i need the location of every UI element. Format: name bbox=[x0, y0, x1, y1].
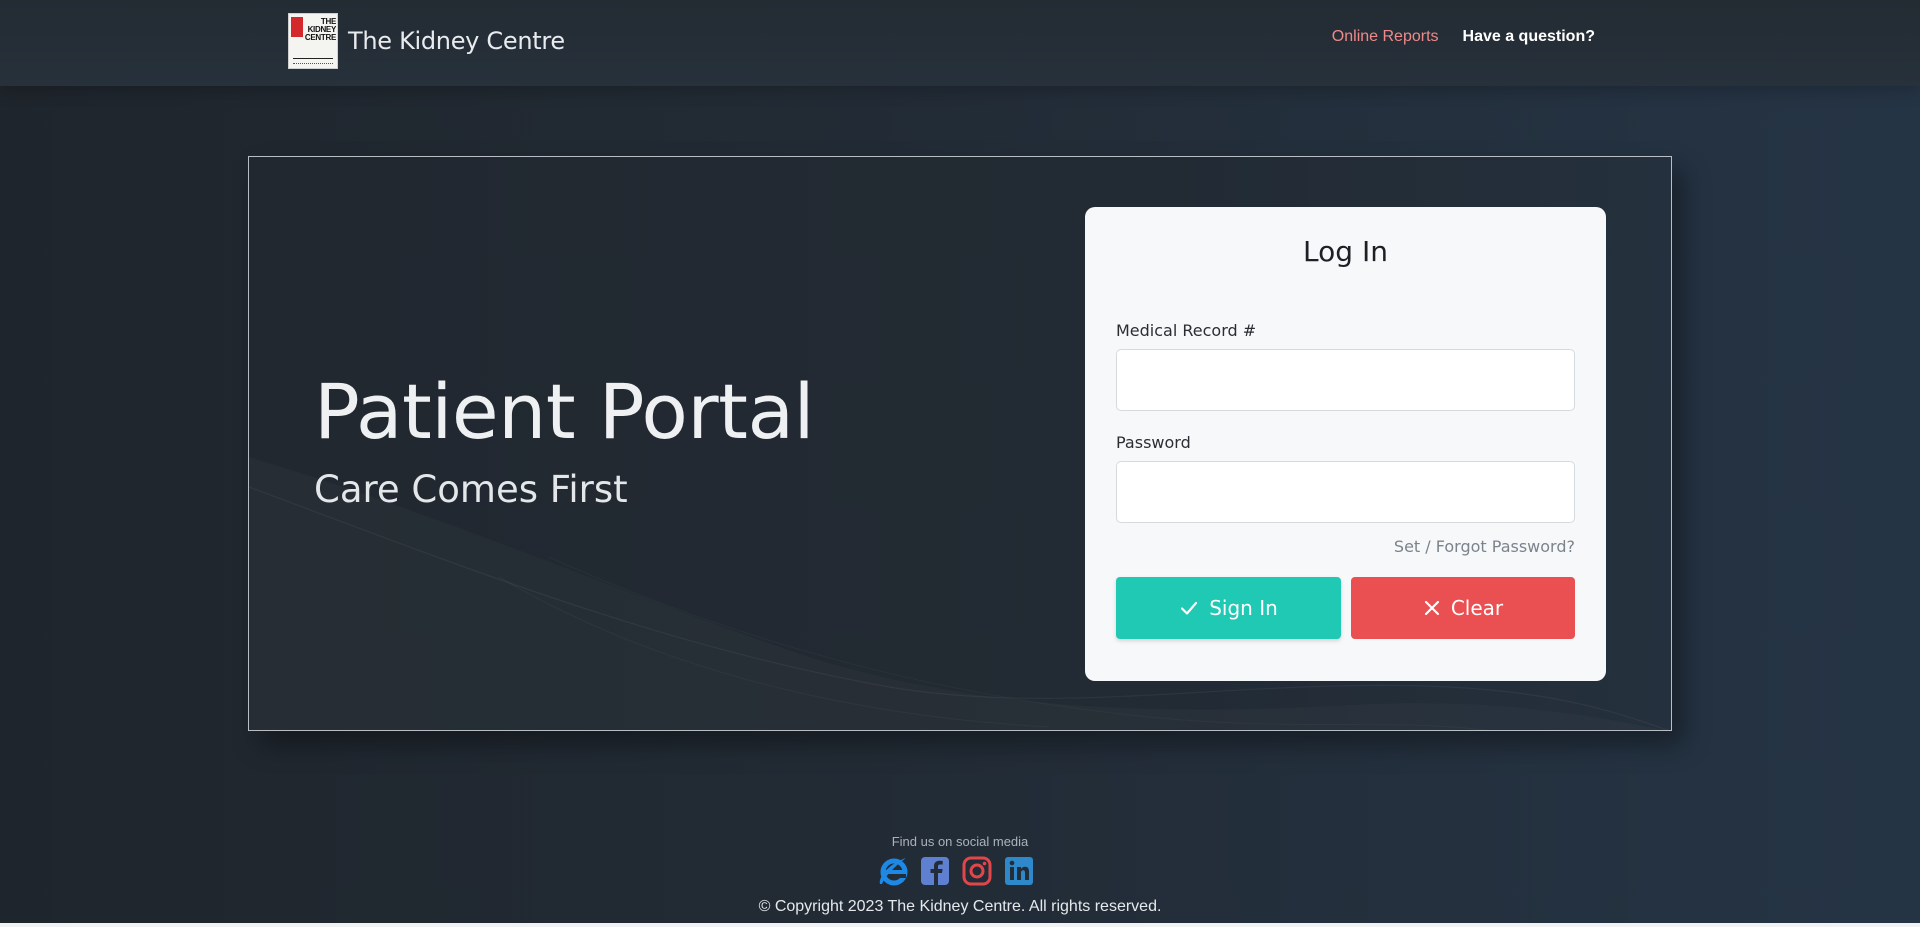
login-card: Log In Medical Record # Password Set / F… bbox=[1085, 207, 1606, 681]
social-label: Find us on social media bbox=[891, 834, 1029, 849]
clear-label: Clear bbox=[1450, 596, 1504, 620]
facebook-icon[interactable] bbox=[918, 854, 952, 888]
sign-in-button[interactable]: Sign In bbox=[1116, 577, 1341, 639]
kidney-centre-logo: THE KIDNEY CENTRE bbox=[288, 13, 338, 69]
social-links bbox=[876, 854, 1036, 888]
nav-online-reports[interactable]: Online Reports bbox=[1332, 28, 1439, 46]
login-title: Log In bbox=[1303, 235, 1388, 268]
brand-link[interactable]: THE KIDNEY CENTRE The Kidney Centre bbox=[288, 13, 565, 69]
main-nav: Online Reports Have a question? bbox=[1332, 28, 1595, 46]
brand-name: The Kidney Centre bbox=[348, 27, 565, 55]
page-title: Patient Portal bbox=[314, 367, 815, 456]
top-navbar: THE KIDNEY CENTRE The Kidney Centre Online… bbox=[0, 0, 1920, 86]
check-icon bbox=[1181, 601, 1198, 615]
forgot-password-link[interactable]: Set / Forgot Password? bbox=[1394, 537, 1575, 556]
instagram-icon[interactable] bbox=[960, 854, 994, 888]
internet-explorer-icon[interactable] bbox=[876, 854, 910, 888]
medical-record-input[interactable] bbox=[1116, 349, 1575, 411]
mrn-label: Medical Record # bbox=[1116, 321, 1257, 340]
password-label: Password bbox=[1116, 433, 1191, 452]
close-icon bbox=[1424, 600, 1439, 616]
copyright-text: © Copyright 2023 The Kidney Centre. All … bbox=[758, 898, 1162, 915]
sign-in-label: Sign In bbox=[1209, 596, 1278, 620]
page-subtitle: Care Comes First bbox=[314, 468, 628, 511]
linkedin-icon[interactable] bbox=[1002, 854, 1036, 888]
footer: Find us on social media © Copyright 2023… bbox=[0, 834, 1920, 915]
password-input[interactable] bbox=[1116, 461, 1575, 523]
nav-have-a-question[interactable]: Have a question? bbox=[1463, 28, 1595, 46]
bottom-border bbox=[0, 923, 1920, 927]
clear-button[interactable]: Clear bbox=[1351, 577, 1575, 639]
